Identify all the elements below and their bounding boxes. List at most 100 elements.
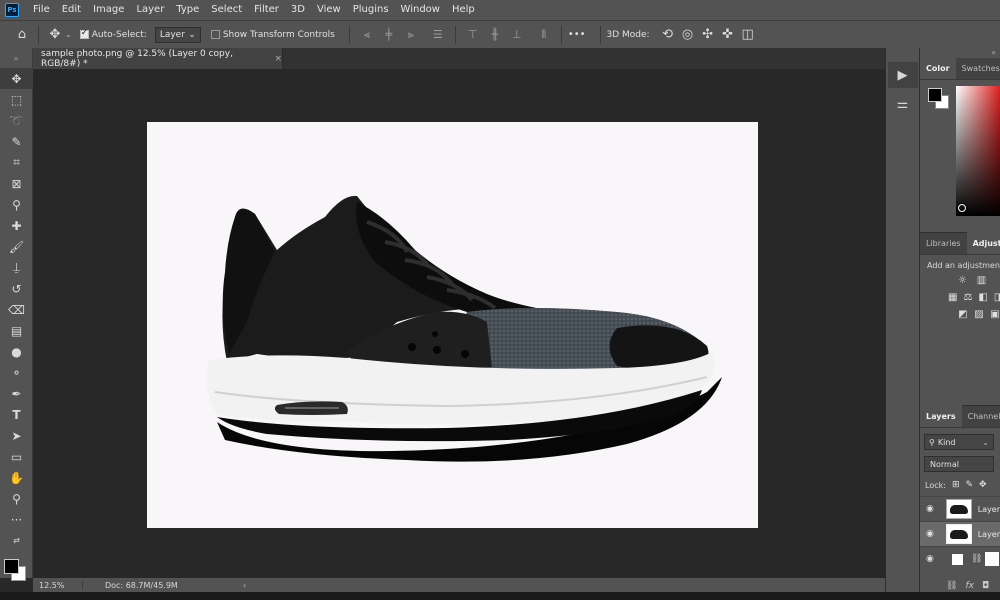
crop-tool-icon[interactable]: ⌗ <box>0 152 33 173</box>
menu-select[interactable]: Select <box>205 0 248 20</box>
pen-tool-icon[interactable]: ✒ <box>0 383 33 404</box>
zoom-tool-icon[interactable]: ⚲ <box>0 488 33 509</box>
foreground-color-swatch[interactable] <box>4 559 19 574</box>
clone-stamp-tool-icon[interactable]: ⍊ <box>0 257 33 278</box>
dodge-tool-icon[interactable]: ⚬ <box>0 362 33 383</box>
brightness-icon[interactable]: ☼ <box>956 274 969 287</box>
link-layers-icon[interactable]: ⛓ <box>946 581 957 591</box>
move-tool-icon[interactable]: ✥ <box>45 25 65 45</box>
gradient-tool-icon[interactable]: ▤ <box>0 320 33 341</box>
menu-help[interactable]: Help <box>446 0 481 20</box>
hand-tool-icon[interactable]: ✋ <box>0 467 33 488</box>
align-right-icon[interactable]: ⫸ <box>403 27 419 43</box>
layer-row[interactable]: ◉ ⛓ <box>920 546 1000 571</box>
menu-image[interactable]: Image <box>87 0 130 20</box>
tab-libraries[interactable]: Libraries <box>920 232 967 254</box>
edit-toolbar-icon[interactable]: ··· <box>0 509 33 530</box>
distribute-h-icon[interactable]: ☰ <box>430 27 446 43</box>
posterize-icon[interactable]: ▨ <box>974 308 984 321</box>
menu-plugins[interactable]: Plugins <box>347 0 395 20</box>
marquee-tool-icon[interactable]: ⬚ <box>0 89 33 110</box>
distribute-v-icon[interactable]: ⦀ <box>536 27 552 43</box>
lock-paint-icon[interactable]: ✎ <box>965 480 973 490</box>
document-size: Doc: 68.7M/45.9M <box>105 580 178 590</box>
align-middle-v-icon[interactable]: ╫ <box>487 27 503 43</box>
align-center-h-icon[interactable]: ╪ <box>381 27 397 43</box>
menu-window[interactable]: Window <box>395 0 446 20</box>
levels-icon[interactable]: ▥ <box>975 274 988 287</box>
threshold-icon[interactable]: ▣ <box>990 308 1000 321</box>
layer-row[interactable]: ◉ Layer <box>920 496 1000 521</box>
more-options-button[interactable]: ••• <box>568 29 586 40</box>
rectangle-tool-icon[interactable]: ▭ <box>0 446 33 467</box>
frame-tool-icon[interactable]: ⊠ <box>0 173 33 194</box>
adjustment-row: ☼ ▥ <box>920 270 1000 287</box>
lock-transparent-icon[interactable]: ⊞ <box>952 480 960 490</box>
tab-layers[interactable]: Layers <box>920 405 962 427</box>
home-icon[interactable]: ⌂ <box>12 25 32 45</box>
3d-pan-icon[interactable]: ✣ <box>698 25 718 45</box>
eye-visibility-icon[interactable]: ◉ <box>926 529 940 539</box>
align-bottom-icon[interactable]: ⊥ <box>509 27 525 43</box>
blur-tool-icon[interactable]: ● <box>0 341 33 362</box>
menu-filter[interactable]: Filter <box>248 0 285 20</box>
eyedropper-tool-icon[interactable]: ⚲ <box>0 194 33 215</box>
history-brush-tool-icon[interactable]: ↺ <box>0 278 33 299</box>
brush-tool-icon[interactable]: 🖌 <box>0 236 33 257</box>
properties-sliders-icon[interactable]: ⚌ <box>888 91 918 117</box>
document-canvas[interactable] <box>147 122 758 528</box>
color-picker-field[interactable] <box>956 86 1000 216</box>
3d-scale-icon[interactable]: ◫ <box>738 25 758 45</box>
fx-icon[interactable]: fx <box>965 581 974 591</box>
tab-adjustments[interactable]: Adjust <box>966 232 1000 254</box>
lasso-tool-icon[interactable]: ➰ <box>0 110 33 131</box>
document-tab[interactable]: sample photo.png @ 12.5% (Layer 0 copy, … <box>33 48 283 69</box>
lock-position-icon[interactable]: ✥ <box>979 480 987 490</box>
align-left-icon[interactable]: ⫷ <box>359 27 375 43</box>
tab-swatches[interactable]: Swatches <box>956 57 1000 79</box>
layer-row-selected[interactable]: ◉ Layer <box>920 521 1000 546</box>
quick-select-tool-icon[interactable]: ✎ <box>0 131 33 152</box>
menu-3d[interactable]: 3D <box>285 0 311 20</box>
menu-view[interactable]: View <box>311 0 347 20</box>
blend-mode-dropdown[interactable]: Normal <box>924 456 994 472</box>
add-mask-icon[interactable]: ◘ <box>982 581 989 591</box>
layer-kind-filter[interactable]: ⚲ Kind ⌄ <box>924 434 994 450</box>
status-menu-arrow-icon[interactable]: › <box>243 581 246 590</box>
canvas-area[interactable] <box>33 69 885 577</box>
tab-color[interactable]: Color <box>920 57 956 79</box>
move-tool-icon[interactable]: ✥ <box>0 68 33 89</box>
eye-visibility-icon[interactable]: ◉ <box>926 554 940 564</box>
healing-brush-tool-icon[interactable]: ✚ <box>0 215 33 236</box>
hue-saturation-icon[interactable]: ▦ <box>948 291 957 304</box>
align-top-icon[interactable]: ⊤ <box>465 27 481 43</box>
swap-colors-icon[interactable]: ⇄ <box>0 530 33 551</box>
panel-foreground-swatch[interactable] <box>928 88 942 102</box>
invert-icon[interactable]: ◩ <box>958 308 968 321</box>
menu-type[interactable]: Type <box>170 0 205 20</box>
close-icon[interactable]: × <box>274 54 282 64</box>
tab-channels[interactable]: Channels <box>962 405 1000 427</box>
3d-orbit-icon[interactable]: ⟲ <box>658 25 678 45</box>
type-tool-icon[interactable]: T <box>0 404 33 425</box>
auto-select-target-dropdown[interactable]: Layer ⌄ <box>154 26 201 43</box>
color-picker-handle[interactable] <box>958 204 966 212</box>
zoom-level[interactable]: 12.5% <box>33 580 83 590</box>
layer-thumbnail <box>945 499 972 519</box>
play-actions-icon[interactable]: ▶ <box>887 62 918 88</box>
tool-preset-chevron-icon[interactable]: ⌄ <box>65 30 72 39</box>
black-white-icon[interactable]: ◧ <box>978 291 987 304</box>
eye-visibility-icon[interactable]: ◉ <box>926 504 940 514</box>
photo-filter-icon[interactable]: ◨ <box>994 291 1000 304</box>
path-select-tool-icon[interactable]: ➤ <box>0 425 33 446</box>
eraser-tool-icon[interactable]: ⌫ <box>0 299 33 320</box>
menu-layer[interactable]: Layer <box>130 0 170 20</box>
show-transform-checkbox[interactable] <box>210 30 220 39</box>
3d-roll-icon[interactable]: ◎ <box>678 25 698 45</box>
collapse-arrows-icon[interactable]: » <box>0 48 32 68</box>
3d-slide-icon[interactable]: ✜ <box>718 25 738 45</box>
auto-select-checkbox[interactable] <box>79 28 89 39</box>
menu-edit[interactable]: Edit <box>56 0 87 20</box>
menu-file[interactable]: File <box>27 0 56 20</box>
color-balance-icon[interactable]: ⚖ <box>963 291 972 304</box>
